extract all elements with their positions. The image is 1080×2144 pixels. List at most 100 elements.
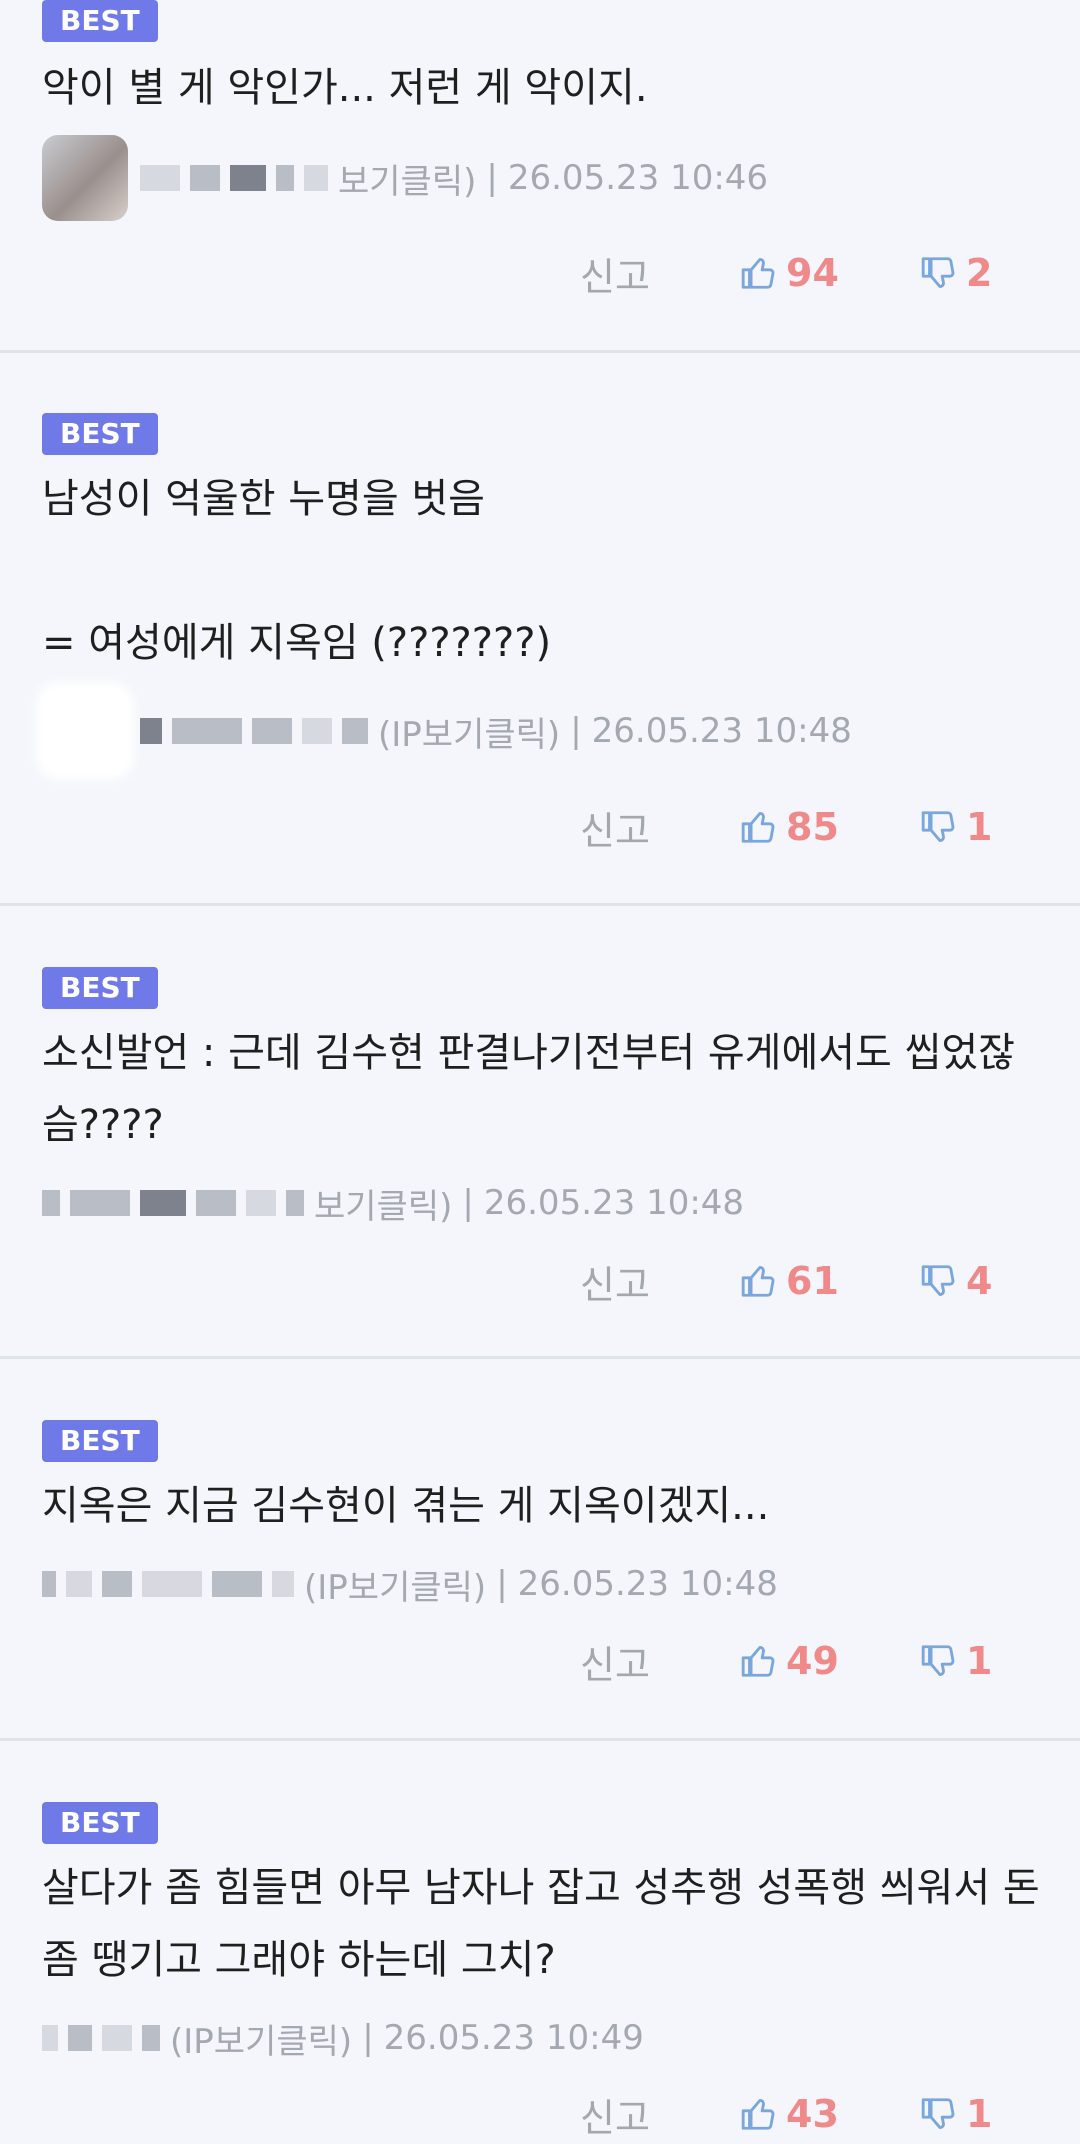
blurred-nickname bbox=[140, 165, 180, 191]
blurred-nickname bbox=[212, 1571, 262, 1597]
comment-actions: 신고 94 2 bbox=[580, 243, 992, 303]
comment-text: 소신발언 : 근데 김수현 판결나기전부터 유게에서도 씹었잖슴???? bbox=[42, 1030, 1015, 1148]
like-count: 43 bbox=[786, 2092, 839, 2136]
report-button[interactable]: 신고 bbox=[580, 246, 740, 301]
report-button[interactable]: 신고 bbox=[580, 1634, 740, 1689]
blurred-nickname bbox=[140, 718, 162, 744]
blurred-nickname bbox=[272, 1571, 294, 1597]
comment-text: 악이 별 게 악인가... 저런 게 악이지. bbox=[42, 65, 648, 111]
dislike-button[interactable]: 1 bbox=[920, 1639, 992, 1683]
blurred-nickname bbox=[42, 1190, 60, 1216]
ip-view-link[interactable]: (IP보기클릭) bbox=[304, 1560, 486, 1609]
blurred-nickname bbox=[304, 165, 328, 191]
comment-actions: 신고 43 1 bbox=[580, 2084, 992, 2144]
comment-date: 26.05.23 10:48 bbox=[517, 1564, 778, 1604]
comment-divider bbox=[0, 1356, 1080, 1359]
like-count: 85 bbox=[786, 805, 839, 849]
blurred-nickname bbox=[276, 165, 294, 191]
report-button[interactable]: 신고 bbox=[580, 2087, 740, 2142]
best-badge: BEST bbox=[42, 1420, 158, 1462]
comment-meta: (IP보기클릭) | 26.05.23 10:48 bbox=[42, 688, 852, 774]
blurred-nickname bbox=[66, 1571, 92, 1597]
comment-divider bbox=[0, 1738, 1080, 1741]
comment-meta: 보기클릭) | 26.05.23 10:48 bbox=[42, 1163, 744, 1243]
dislike-button[interactable]: 1 bbox=[920, 2092, 992, 2136]
best-badge: BEST bbox=[42, 1802, 158, 1844]
blurred-nickname bbox=[140, 1190, 186, 1216]
comment-text: 남성이 억울한 누명을 벗음 = 여성에게 지옥임 (???????) bbox=[42, 476, 552, 666]
comment-actions: 신고 85 1 bbox=[580, 797, 992, 857]
blurred-nickname bbox=[246, 1190, 276, 1216]
meta-separator: | bbox=[462, 1183, 474, 1223]
comment-divider bbox=[0, 350, 1080, 353]
comment-divider bbox=[0, 903, 1080, 906]
thumbs-down-icon bbox=[921, 257, 955, 289]
dislike-count: 1 bbox=[966, 1639, 993, 1683]
comment-date: 26.05.23 10:46 bbox=[507, 158, 769, 198]
thumbs-up-icon bbox=[741, 257, 775, 289]
blurred-nickname bbox=[252, 718, 292, 744]
like-button[interactable]: 85 bbox=[740, 805, 920, 849]
blurred-nickname bbox=[42, 1571, 56, 1597]
dislike-count: 2 bbox=[966, 251, 993, 295]
like-count: 61 bbox=[786, 1259, 839, 1303]
blurred-nickname bbox=[42, 2025, 58, 2051]
like-button[interactable]: 49 bbox=[740, 1639, 920, 1683]
blurred-nickname bbox=[342, 718, 368, 744]
ip-view-link[interactable]: (IP보기클릭) bbox=[378, 707, 560, 756]
comment-meta: 보기클릭) | 26.05.23 10:46 bbox=[42, 135, 769, 221]
blurred-nickname bbox=[172, 718, 242, 744]
comment-text: 지옥은 지금 김수현이 겪는 게 지옥이겠지... bbox=[42, 1483, 770, 1529]
ip-view-link[interactable]: (IP보기클릭) bbox=[170, 2014, 352, 2063]
best-badge: BEST bbox=[42, 967, 158, 1009]
blurred-nickname bbox=[196, 1190, 236, 1216]
thumbs-up-icon bbox=[741, 1645, 775, 1677]
thumbs-down-icon bbox=[921, 1645, 955, 1677]
avatar[interactable] bbox=[42, 688, 128, 774]
like-button[interactable]: 94 bbox=[740, 251, 920, 295]
blurred-nickname bbox=[102, 2025, 132, 2051]
thumbs-up-icon bbox=[741, 2098, 775, 2130]
blurred-nickname bbox=[286, 1190, 304, 1216]
meta-separator: | bbox=[486, 158, 498, 198]
ip-view-link[interactable]: 보기클릭) bbox=[314, 1179, 452, 1228]
blurred-nickname bbox=[230, 165, 266, 191]
avatar[interactable] bbox=[42, 135, 128, 221]
blurred-nickname bbox=[142, 1571, 202, 1597]
dislike-button[interactable]: 1 bbox=[920, 805, 992, 849]
thumbs-down-icon bbox=[921, 1265, 955, 1297]
comment-date: 26.05.23 10:48 bbox=[591, 711, 852, 751]
like-count: 49 bbox=[786, 1639, 839, 1683]
dislike-count: 4 bbox=[966, 1259, 993, 1303]
blurred-nickname bbox=[70, 1190, 130, 1216]
blurred-nickname bbox=[68, 2025, 92, 2051]
report-button[interactable]: 신고 bbox=[580, 800, 740, 855]
comment-meta: (IP보기클릭) | 26.05.23 10:48 bbox=[42, 1544, 778, 1624]
blurred-nickname bbox=[302, 718, 332, 744]
meta-separator: | bbox=[362, 2018, 374, 2058]
comment-actions: 신고 49 1 bbox=[580, 1631, 992, 1691]
comment-text: 살다가 좀 힘들면 아무 남자나 잡고 성추행 성폭행 씌워서 돈좀 땡기고 그… bbox=[42, 1865, 1040, 1983]
dislike-button[interactable]: 2 bbox=[920, 251, 992, 295]
comment-date: 26.05.23 10:49 bbox=[383, 2018, 644, 2058]
best-badge: BEST bbox=[42, 413, 158, 455]
comment-date: 26.05.23 10:48 bbox=[483, 1183, 745, 1223]
comment-meta: (IP보기클릭) | 26.05.23 10:49 bbox=[42, 1998, 644, 2078]
report-button[interactable]: 신고 bbox=[580, 1254, 740, 1309]
dislike-button[interactable]: 4 bbox=[920, 1259, 992, 1303]
ip-view-link[interactable]: 보기클릭) bbox=[338, 154, 476, 203]
thumbs-up-icon bbox=[741, 1265, 775, 1297]
dislike-count: 1 bbox=[966, 805, 993, 849]
blurred-nickname bbox=[190, 165, 220, 191]
dislike-count: 1 bbox=[966, 2092, 993, 2136]
like-button[interactable]: 61 bbox=[740, 1259, 920, 1303]
thumbs-down-icon bbox=[921, 811, 955, 843]
blurred-nickname bbox=[102, 1571, 132, 1597]
like-button[interactable]: 43 bbox=[740, 2092, 920, 2136]
thumbs-down-icon bbox=[921, 2098, 955, 2130]
best-badge: BEST bbox=[42, 0, 158, 42]
meta-separator: | bbox=[496, 1564, 508, 1604]
blurred-nickname bbox=[142, 2025, 160, 2051]
thumbs-up-icon bbox=[741, 811, 775, 843]
meta-separator: | bbox=[570, 711, 582, 751]
